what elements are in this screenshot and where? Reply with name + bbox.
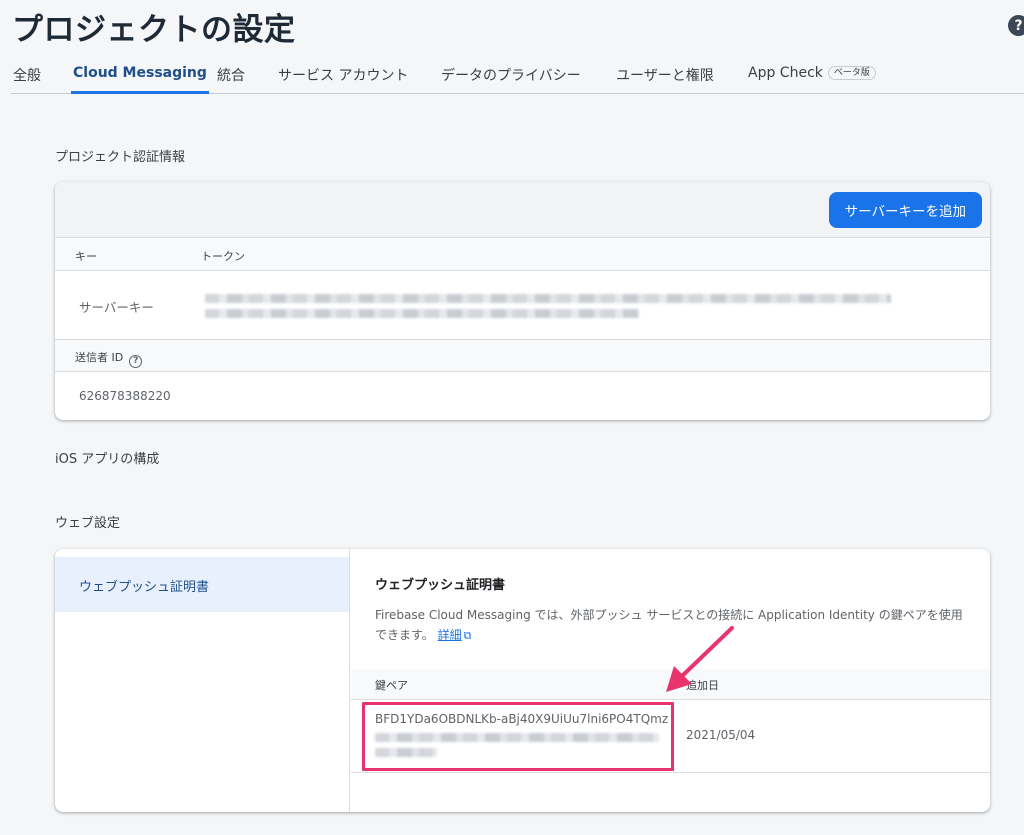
column-token: トークン: [201, 250, 245, 263]
info-icon[interactable]: ?: [129, 354, 143, 368]
credentials-toolbar: サーバーキーを追加: [55, 182, 990, 238]
ios-section-title[interactable]: iOS アプリの構成: [55, 448, 159, 467]
tab-service-accounts[interactable]: サービス アカウント: [278, 65, 408, 94]
credentials-table-header: キー トークン: [55, 239, 990, 271]
details-link[interactable]: 詳細: [438, 628, 462, 642]
sender-id-value: 626878388220: [79, 389, 171, 403]
server-key-label: サーバーキー: [79, 300, 154, 315]
annotation-highlight-box: [362, 702, 674, 771]
server-key-token-blurred: [205, 294, 891, 303]
added-date-value: 2021/05/04: [686, 728, 756, 742]
tab-app-check-label: App Check: [748, 65, 823, 81]
add-server-key-button[interactable]: サーバーキーを追加: [828, 192, 982, 228]
web-settings-nav: ウェブプッシュ証明書: [55, 549, 350, 812]
tab-data-privacy[interactable]: データのプライバシー: [441, 65, 581, 94]
tab-users-permissions[interactable]: ユーザーと権限: [616, 65, 714, 94]
tab-app-check[interactable]: App Check ベータ版: [748, 65, 876, 94]
credentials-card: サーバーキーを追加 キー トークン サーバーキー 送信者 ID? 6268783…: [55, 182, 990, 420]
sender-id-header: 送信者 ID?: [55, 339, 990, 372]
tab-integrations[interactable]: 統合: [217, 65, 245, 94]
credentials-section-title: プロジェクト認証情報: [55, 150, 186, 165]
external-link-icon[interactable]: ⧉: [464, 629, 472, 642]
server-key-token-blurred-2: [205, 309, 639, 318]
page-title: プロジェクトの設定: [12, 12, 296, 48]
tab-general[interactable]: 全般: [13, 65, 41, 94]
annotation-arrow-icon: [666, 626, 734, 692]
web-section-title: ウェブ設定: [55, 516, 121, 531]
server-key-row: サーバーキー: [55, 272, 990, 338]
web-push-panel-title: ウェブプッシュ証明書: [375, 578, 506, 593]
help-icon[interactable]: ?: [1008, 15, 1024, 36]
sender-id-label: 送信者 ID?: [75, 349, 143, 368]
tab-bar: 全般 Cloud Messaging 統合 サービス アカウント データのプライ…: [11, 56, 1024, 94]
column-key-pair: 鍵ペア: [375, 679, 408, 692]
nav-item-web-push-certificates[interactable]: ウェブプッシュ証明書: [55, 557, 349, 612]
tab-cloud-messaging[interactable]: Cloud Messaging: [71, 65, 209, 94]
web-push-card: ウェブプッシュ証明書 ウェブプッシュ証明書 Firebase Cloud Mes…: [55, 549, 990, 812]
beta-badge: ベータ版: [827, 66, 876, 80]
column-key: キー: [75, 250, 97, 263]
